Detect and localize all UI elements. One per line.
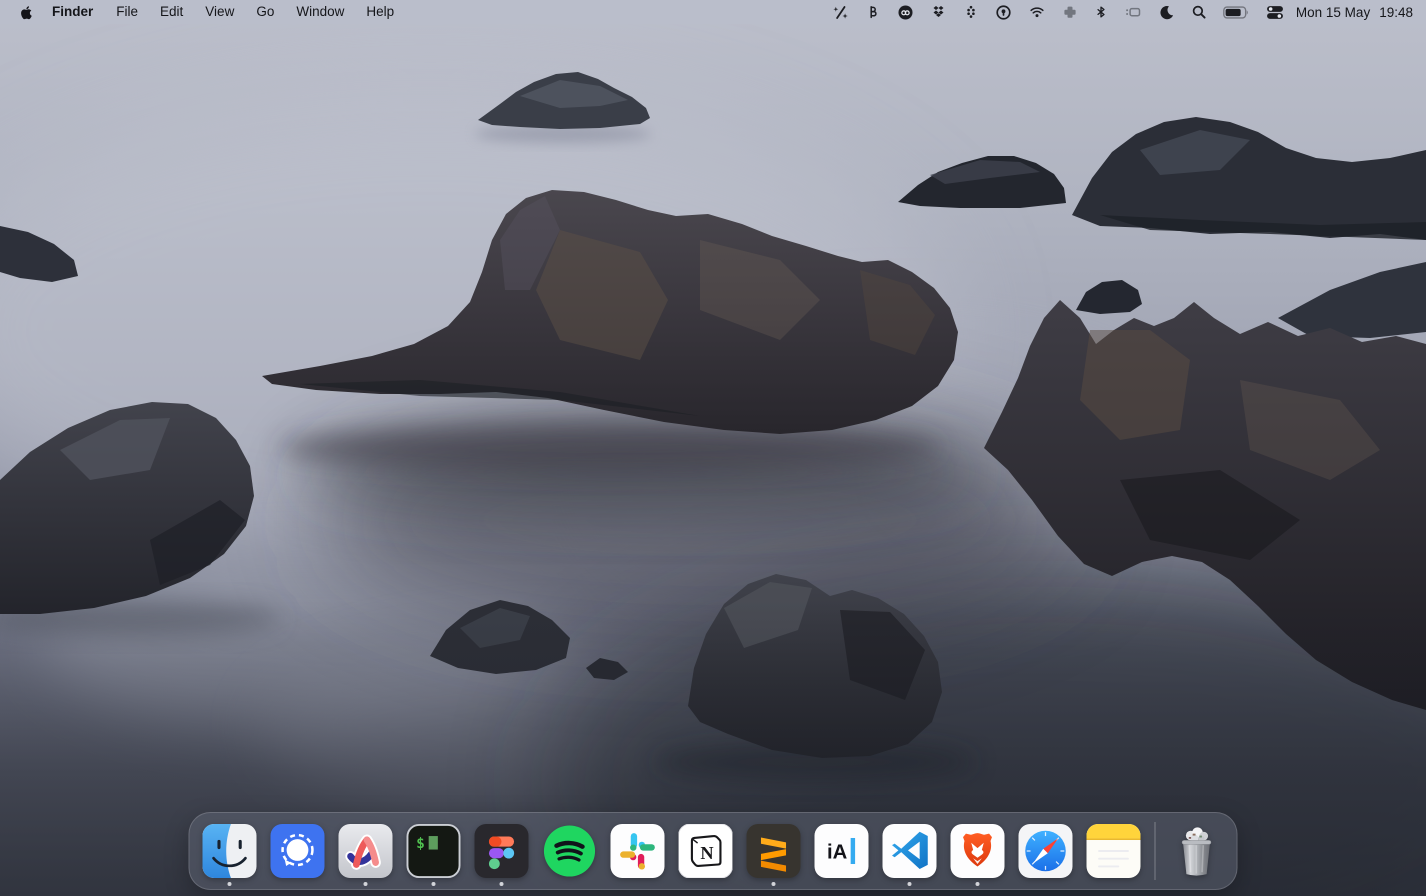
dock: $ N iA [189,812,1238,890]
dock-spotify[interactable] [543,824,597,878]
menu-view[interactable]: View [194,0,245,24]
dock-signal[interactable] [271,824,325,878]
flag-loops-icon[interactable] [857,0,889,24]
menu-app-name[interactable]: Finder [40,0,105,24]
dock-sublime-text[interactable] [747,824,801,878]
dock-figma[interactable] [475,824,529,878]
dock-trash[interactable] [1170,822,1224,880]
running-indicator [908,882,912,886]
dock-terminal[interactable]: $ [407,824,461,878]
menu-edit[interactable]: Edit [149,0,194,24]
apple-logo-icon [19,4,34,21]
apple-menu[interactable] [19,4,34,21]
menu-window[interactable]: Window [285,0,355,24]
running-indicator [500,882,504,886]
wallpaper-image [0,0,1426,896]
dock-finder[interactable] [203,824,257,878]
adobe-creative-cloud-icon[interactable] [889,0,922,24]
desktop[interactable]: Finder File Edit View Go Window Help [0,0,1426,896]
focus-moon-icon[interactable] [1150,0,1183,24]
health-plus-icon[interactable] [1054,0,1086,24]
menu-file[interactable]: File [105,0,149,24]
wifi-icon[interactable] [1020,0,1054,24]
menu-go[interactable]: Go [245,0,285,24]
dock-notes[interactable] [1087,824,1141,878]
setapp-dots-icon[interactable] [955,0,987,24]
sparkles-slash-icon[interactable] [824,0,857,24]
bluetooth-icon[interactable] [1086,0,1116,24]
running-indicator [228,882,232,886]
hidden-items-icon[interactable] [1116,0,1150,24]
clock-time: 19:48 [1379,5,1413,20]
one-password-icon[interactable] [987,0,1020,24]
svg-text:iA: iA [827,842,848,864]
svg-text:$: $ [416,836,425,852]
svg-text:N: N [700,843,713,863]
dock-notion[interactable]: N [679,824,733,878]
running-indicator [432,882,436,886]
dock-slack[interactable] [611,824,665,878]
running-indicator [976,882,980,886]
clock-date: Mon 15 May [1296,5,1370,20]
trash-papers [1186,827,1208,842]
menu-help[interactable]: Help [355,0,405,24]
dock-vscode[interactable] [883,824,937,878]
dropbox-icon[interactable] [922,0,955,24]
menu-bar: Finder File Edit View Go Window Help [0,0,1426,24]
menu-clock[interactable]: Mon 15 May 19:48 [1296,5,1413,20]
running-indicator [364,882,368,886]
dock-safari[interactable] [1019,824,1073,878]
spotlight-search-icon[interactable] [1183,0,1215,24]
control-center-icon[interactable] [1258,0,1292,24]
dock-brave[interactable] [951,824,1005,878]
dock-divider [1155,822,1156,880]
dock-ia-writer[interactable]: iA [815,824,869,878]
running-indicator [772,882,776,886]
battery-icon[interactable] [1215,0,1258,24]
dock-arc[interactable] [339,824,393,878]
